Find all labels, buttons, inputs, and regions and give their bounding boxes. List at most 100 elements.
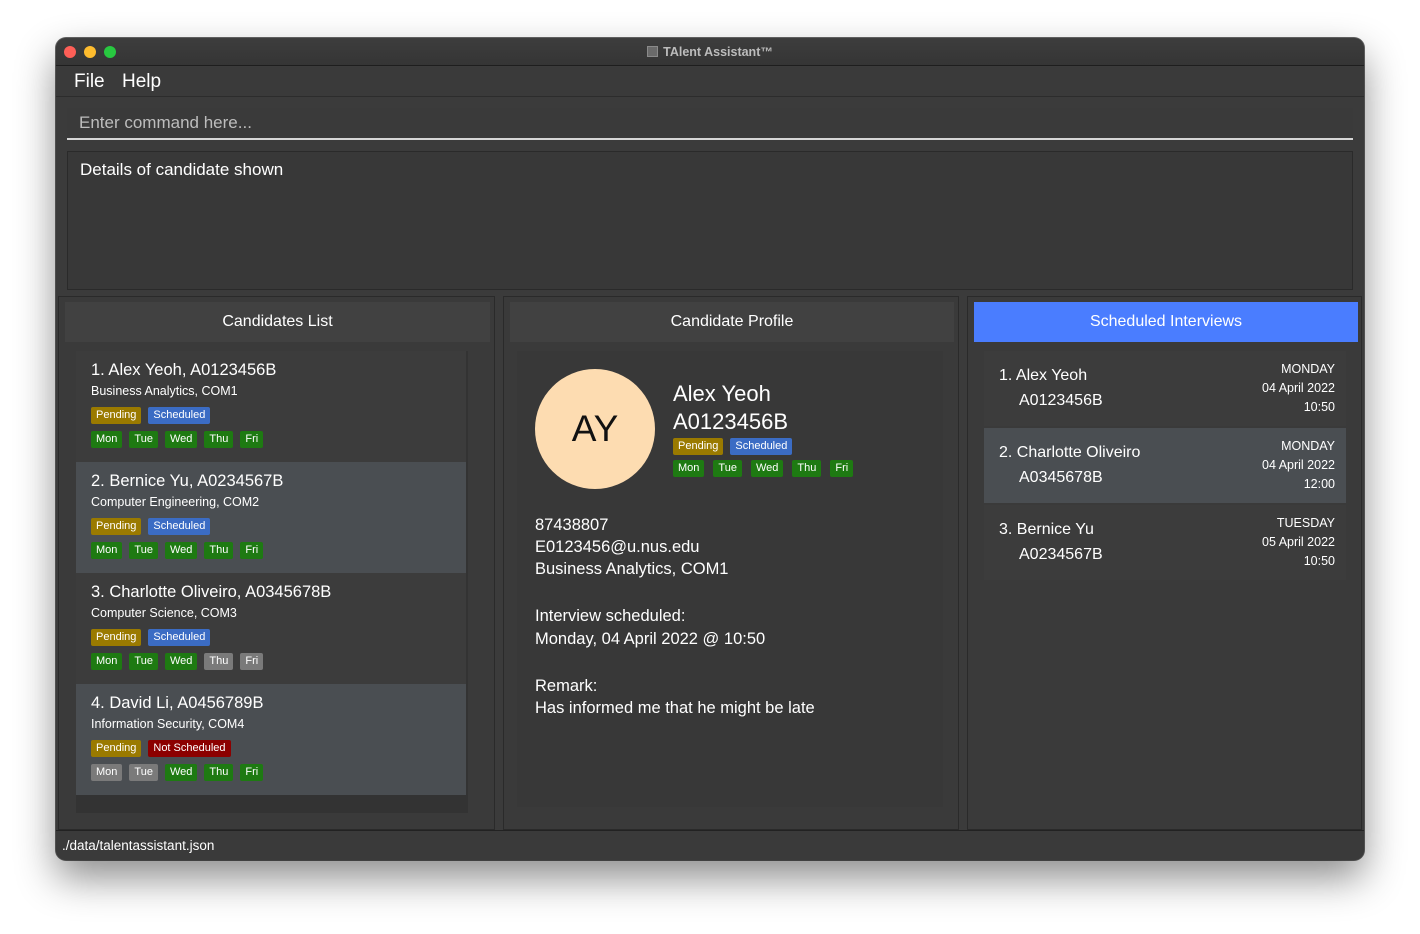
day-tag: Mon [91,542,123,559]
remark-text: Has informed me that he might be late [535,699,815,717]
candidate-course: Business Analytics, COM1 [91,384,238,398]
day-tag-unavailable: Fri [240,653,264,670]
day-tag: Wed [164,542,198,559]
day-tag: Tue [713,460,742,477]
data-file-path: ./data/talentassistant.json [62,838,215,853]
profile-id: A0123456B [673,409,788,434]
day-tag: Wed [164,764,198,781]
status-badge: Pending [91,740,142,757]
profile-availability-tags: Mon Tue Wed Thu Fri [673,460,854,477]
day-tag: Fri [240,431,264,448]
interview-badge: Scheduled [148,629,211,646]
candidate-card[interactable]: 1. Alex Yeoh, A0123456B Business Analyti… [76,351,466,462]
availability-tags: Mon Tue Wed Thu Fri [91,653,264,670]
candidate-name: 1. Alex Yeoh, A0123456B [91,361,277,379]
day-tag: Fri [240,764,264,781]
candidate-card[interactable]: 4. David Li, A0456789B Information Secur… [76,684,466,795]
interview-day: TUESDAY [1276,516,1335,530]
candidate-course: Computer Science, COM3 [91,606,237,620]
day-tag: Thu [204,542,234,559]
app-window: TAlent Assistant™ File Help Details of c… [56,38,1364,860]
candidate-course: Information Security, COM4 [91,717,245,731]
status-tags: Pending Scheduled [91,518,211,535]
interview-day: MONDAY [1281,439,1335,453]
interview-candidate-name: 2. Charlotte Oliveiro [999,444,1141,461]
day-tag: Tue [129,431,158,448]
status-badge: Pending [91,629,142,646]
status-tags: Pending Scheduled [91,407,211,424]
interview-candidate-name: 3. Bernice Yu [999,521,1094,538]
day-tag: Thu [204,764,234,781]
interview-candidate-id: A0234567B [1019,546,1103,563]
result-text: Details of candidate shown [80,160,284,179]
interview-time: 10:50 [1303,554,1335,568]
day-tag: Mon [91,653,123,670]
interview-time: Monday, 04 April 2022 @ 10:50 [535,630,766,648]
profile-name: Alex Yeoh [673,381,771,406]
interview-badge: Scheduled [148,407,211,424]
availability-tags: Mon Tue Wed Thu Fri [91,764,264,781]
interview-candidate-id: A0123456B [1019,392,1103,409]
day-tag: Fri [240,542,264,559]
window-title: TAlent Assistant™ [663,45,773,59]
day-tag: Mon [91,431,123,448]
candidate-card[interactable]: 3. Charlotte Oliveiro, A0345678B Compute… [76,573,466,684]
interview-time: 10:50 [1303,400,1335,414]
day-tag: Thu [792,460,822,477]
day-tag: Tue [129,653,158,670]
candidate-name: 3. Charlotte Oliveiro, A0345678B [91,583,332,601]
day-tag-unavailable: Tue [129,764,158,781]
availability-tags: Mon Tue Wed Thu Fri [91,431,264,448]
candidates-list[interactable]: 1. Alex Yeoh, A0123456B Business Analyti… [76,351,468,813]
app-icon [647,46,659,57]
profile-email: E0123456@u.nus.edu [535,538,700,556]
menu-bar: File Help [56,67,1364,97]
candidates-header: Candidates List [65,302,490,342]
interview-date: 05 April 2022 [1262,535,1335,549]
interview-card[interactable]: 2. Charlotte Oliveiro A0345678B MONDAY 0… [984,428,1346,503]
remark-label: Remark: [535,677,598,695]
interview-card[interactable]: 3. Bernice Yu A0234567B TUESDAY 05 April… [984,505,1346,580]
day-tag: Fri [830,460,854,477]
candidate-name: 2. Bernice Yu, A0234567B [91,472,284,490]
window-title-wrap: TAlent Assistant™ [56,45,1364,59]
candidate-card[interactable]: 2. Bernice Yu, A0234567B Computer Engine… [76,462,466,573]
candidate-course: Computer Engineering, COM2 [91,495,260,509]
interview-date: 04 April 2022 [1262,458,1335,472]
menu-file[interactable]: File [74,71,105,93]
interviews-pane: Scheduled Interviews 1. Alex Yeoh A01234… [967,296,1362,830]
interview-badge: Not Scheduled [148,740,231,757]
status-bar: ./data/talentassistant.json [56,830,1364,860]
interview-badge: Scheduled [730,438,793,455]
profile-phone: 87438807 [535,516,609,534]
interview-badge: Scheduled [148,518,211,535]
interview-candidate-name: 1. Alex Yeoh [999,367,1088,384]
profile-pane: Candidate Profile AY Alex Yeoh A0123456B… [503,296,959,830]
profile-header: Candidate Profile [510,302,954,342]
day-tag: Mon [673,460,705,477]
profile-course: Business Analytics, COM1 [535,560,729,578]
day-tag-unavailable: Mon [91,764,123,781]
status-badge: Pending [91,518,142,535]
day-tag: Wed [164,653,198,670]
day-tag: Tue [129,542,158,559]
status-badge: Pending [673,438,724,455]
interviews-header: Scheduled Interviews [974,302,1358,342]
day-tag: Wed [164,431,198,448]
interview-day: MONDAY [1281,362,1335,376]
interview-time: 12:00 [1303,477,1335,491]
interviews-list[interactable]: 1. Alex Yeoh A0123456B MONDAY 04 April 2… [984,351,1346,583]
day-tag-unavailable: Thu [204,653,234,670]
candidates-pane: Candidates List 1. Alex Yeoh, A0123456B … [58,296,495,830]
availability-tags: Mon Tue Wed Thu Fri [91,542,264,559]
menu-help[interactable]: Help [122,71,161,93]
interview-card[interactable]: 1. Alex Yeoh A0123456B MONDAY 04 April 2… [984,351,1346,426]
status-tags: Pending Scheduled [91,629,211,646]
day-tag: Wed [750,460,784,477]
interview-label: Interview scheduled: [535,607,686,625]
profile-status-tags: Pending Scheduled [673,438,793,455]
avatar: AY [535,369,655,489]
interview-candidate-id: A0345678B [1019,469,1103,486]
command-input[interactable] [67,108,1353,140]
day-tag: Thu [204,431,234,448]
